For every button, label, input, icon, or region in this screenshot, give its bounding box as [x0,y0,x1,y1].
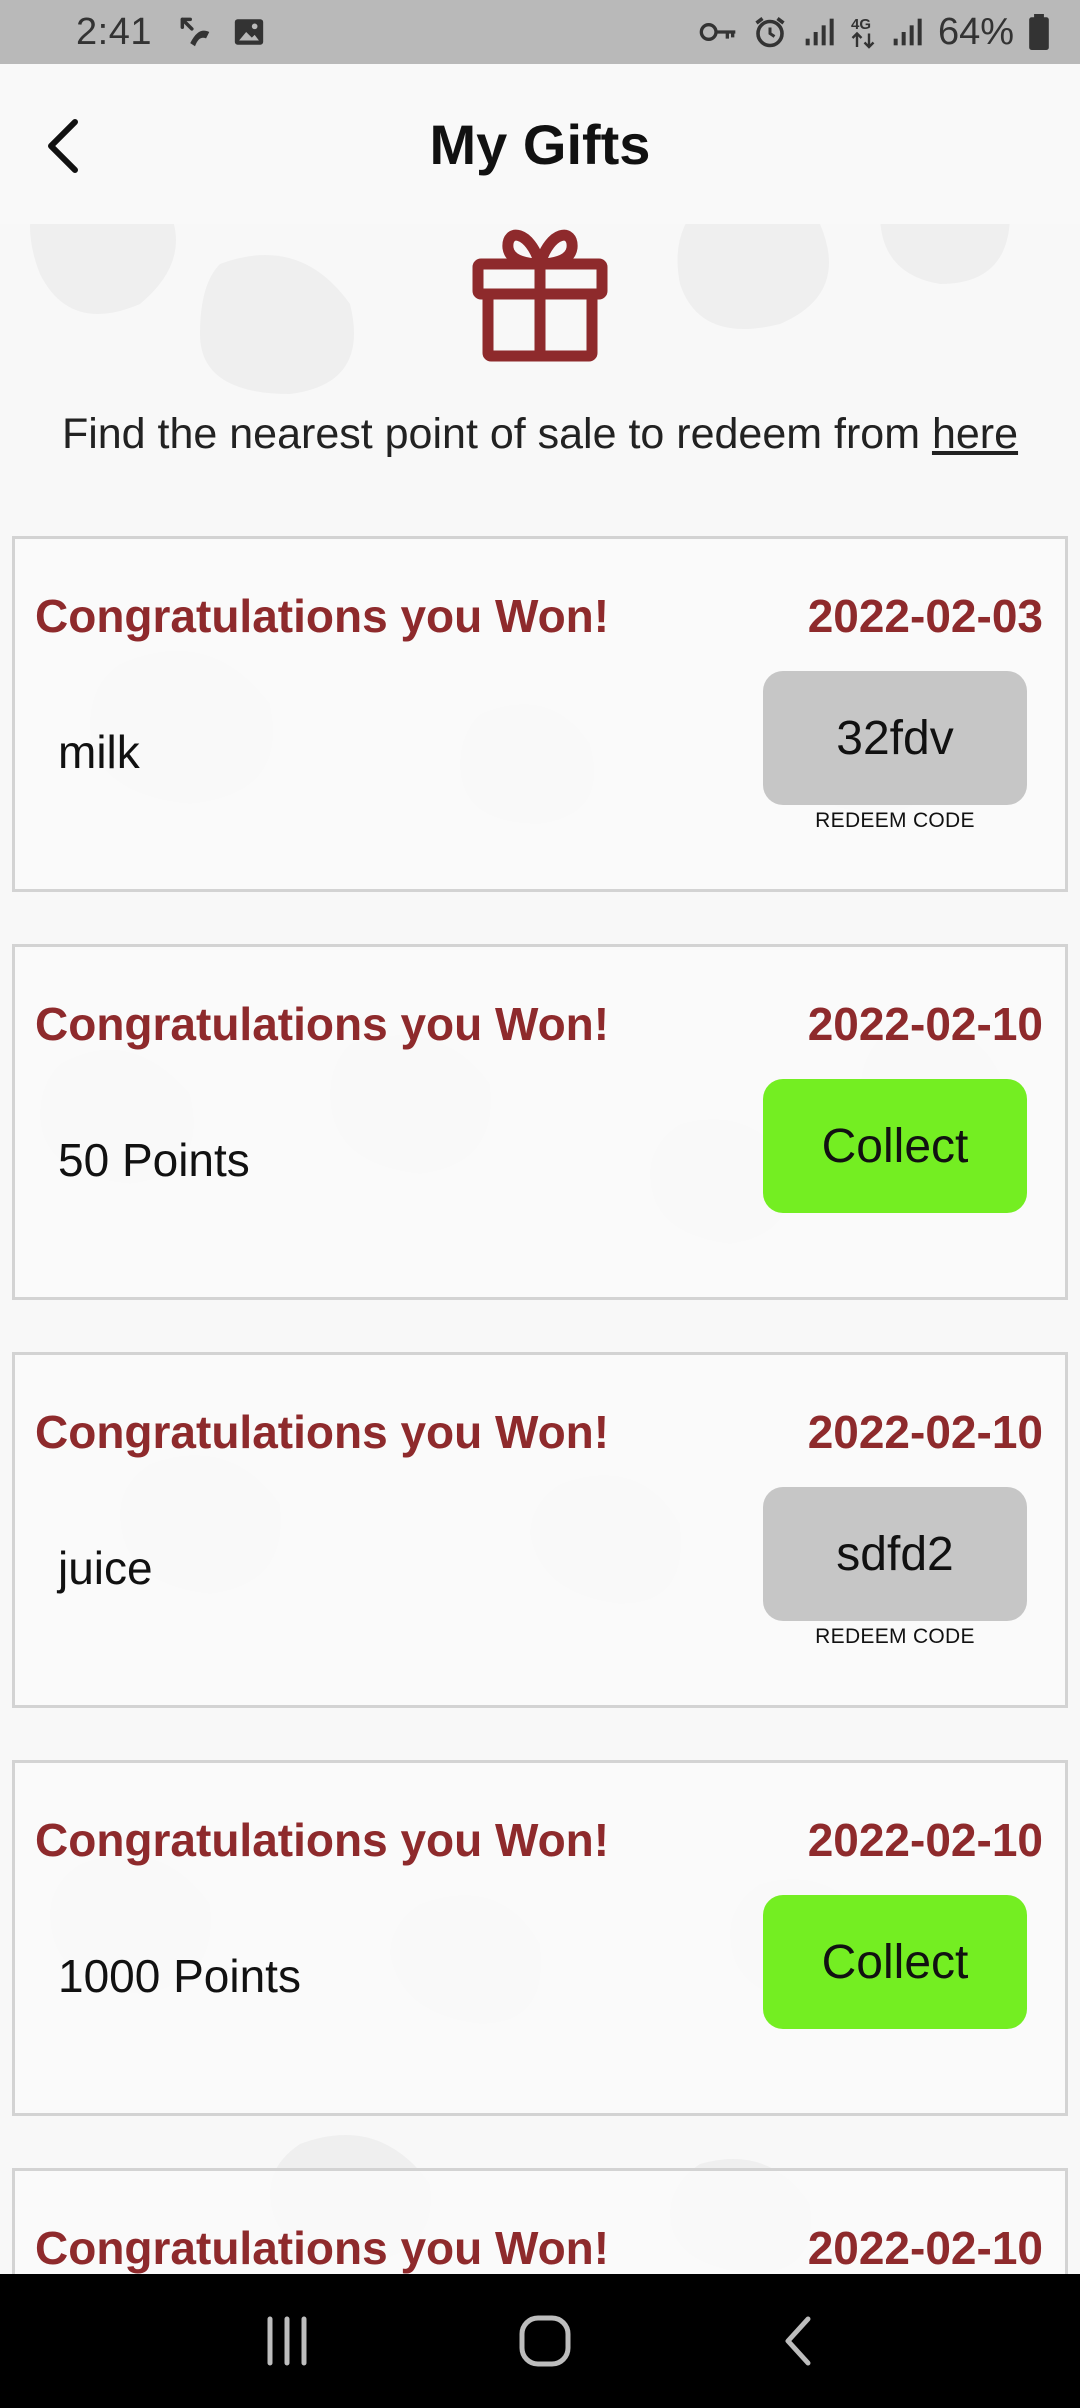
recents-icon[interactable] [262,2315,312,2367]
battery-percent: 64% [937,10,1014,53]
signal-icon [805,18,834,46]
gift-prize: juice [58,1542,153,1594]
collect-button-label: Collect [821,1119,969,1173]
redeem-code-value: sdfd2 [836,1527,954,1581]
gift-date: 2022-02-10 [807,1814,1043,1866]
chevron-left-icon [48,119,78,173]
gift-card: Congratulations you Won! 2022-02-10 1000… [12,1760,1068,2116]
gift-card: Congratulations you Won! 2022-02-10 juic… [12,1352,1068,1708]
gift-prize: 50 Points [58,1134,250,1186]
home-icon[interactable] [517,2313,573,2369]
missed-call-icon [180,17,210,47]
collect-button[interactable]: Collect [763,1079,1027,1213]
redeem-code-value: 32fdv [836,711,954,765]
gift-prize: 1000 Points [58,1950,301,2002]
system-nav-bar [0,2274,1080,2408]
gift-title: Congratulations you Won! [35,998,610,1050]
gift-date: 2022-02-03 [807,590,1043,642]
gift-title: Congratulations you Won! [35,590,610,642]
redeem-code-button[interactable]: 32fdv [763,671,1027,805]
gift-title: Congratulations you Won! [35,1814,610,1866]
alarm-icon [755,17,785,48]
collect-button[interactable]: Collect [763,1895,1027,2029]
redeem-info-label: Find the nearest point of sale to redeem… [61,410,932,458]
gift-title: Congratulations you Won! [35,1406,610,1458]
page-title: My Gifts [429,112,651,176]
signal-icon [893,18,922,46]
redeem-info-text: Find the nearest point of sale to redeem… [0,410,1080,459]
here-link[interactable]: here [932,410,1018,458]
gift-title: Congratulations you Won! [35,2222,610,2274]
redeem-code-label: REDEEM CODE [815,1625,975,1648]
gift-card: Congratulations you Won! 2022-02-10 50 P… [12,944,1068,1300]
4g-icon: 4G [851,16,875,49]
battery-icon [1029,14,1049,50]
screen: 2:41 4G 64% My Gifts Find the nearest po… [0,0,1080,2408]
gift-date: 2022-02-10 [807,2222,1043,2274]
gift-card: Congratulations you Won! 2022-02-03 milk… [12,536,1068,892]
svg-text:4G: 4G [851,16,871,33]
back-button[interactable] [38,114,88,178]
gift-date: 2022-02-10 [807,1406,1043,1458]
status-bar: 2:41 4G 64% [0,0,1080,64]
redeem-code-label: REDEEM CODE [815,809,975,832]
back-icon[interactable] [778,2313,818,2369]
redeem-code-button[interactable]: sdfd2 [763,1487,1027,1621]
collect-button-label: Collect [821,1935,969,1989]
gift-prize: milk [58,726,140,778]
gift-icon [472,229,608,362]
status-time: 2:41 [76,10,152,53]
image-icon [234,19,264,45]
header: My Gifts [0,64,1080,224]
gift-date: 2022-02-10 [807,998,1043,1050]
key-icon [699,23,736,41]
